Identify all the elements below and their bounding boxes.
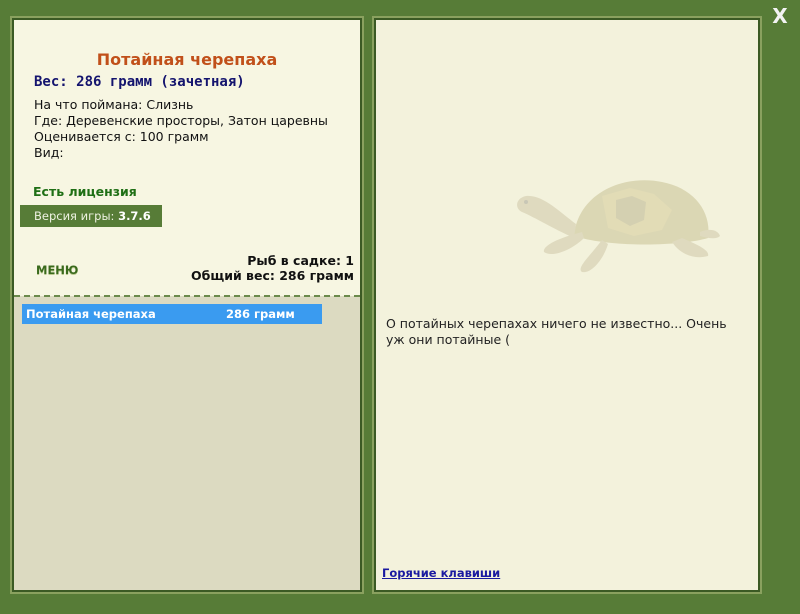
app-window: X Потайная черепаха Вес: 286 грамм (заче…	[0, 0, 800, 614]
cage-count: Рыб в садке: 1	[247, 253, 354, 268]
turtle-image	[517, 180, 720, 273]
menu-button[interactable]: МЕНЮ	[36, 263, 78, 277]
version-value: 3.7.6	[118, 209, 151, 223]
fish-info-panel: Потайная черепаха Вес: 286 грамм (зачетн…	[12, 18, 362, 592]
license-status: Есть лицензия	[33, 184, 137, 199]
fish-description: О потайных черепахах ничего не известно.…	[386, 316, 727, 347]
version-label: Версия игры:	[34, 209, 115, 223]
catch-name: Потайная черепаха	[26, 307, 156, 321]
cage-summary: Рыб в садке: 1 Общий вес: 286 грамм	[191, 253, 354, 283]
fish-title: Потайная черепаха	[96, 50, 278, 69]
hotkeys-link[interactable]: Горячие клавиши	[382, 566, 500, 580]
version-bar: Версия игры: 3.7.6	[20, 205, 162, 227]
catch-list-area	[14, 296, 360, 590]
min-weight-line: Оценивается с: 100 грамм	[34, 129, 209, 144]
location-line: Где: Деревенские просторы, Затон царевны	[34, 113, 328, 128]
fish-info-list: На что поймана: Слизнь Где: Деревенские …	[34, 97, 328, 161]
species-line: Вид:	[34, 145, 64, 160]
bait-line: На что поймана: Слизнь	[34, 97, 194, 112]
divider	[14, 295, 360, 297]
fish-description-panel: О потайных черепахах ничего не известно.…	[374, 18, 760, 592]
cage-total-weight: Общий вес: 286 грамм	[191, 268, 354, 283]
close-icon[interactable]: X	[770, 6, 790, 26]
fish-weight: Вес: 286 грамм (зачетная)	[34, 74, 245, 90]
list-item[interactable]: Потайная черепаха 286 грамм	[22, 304, 322, 324]
catch-weight: 286 грамм	[226, 307, 295, 321]
